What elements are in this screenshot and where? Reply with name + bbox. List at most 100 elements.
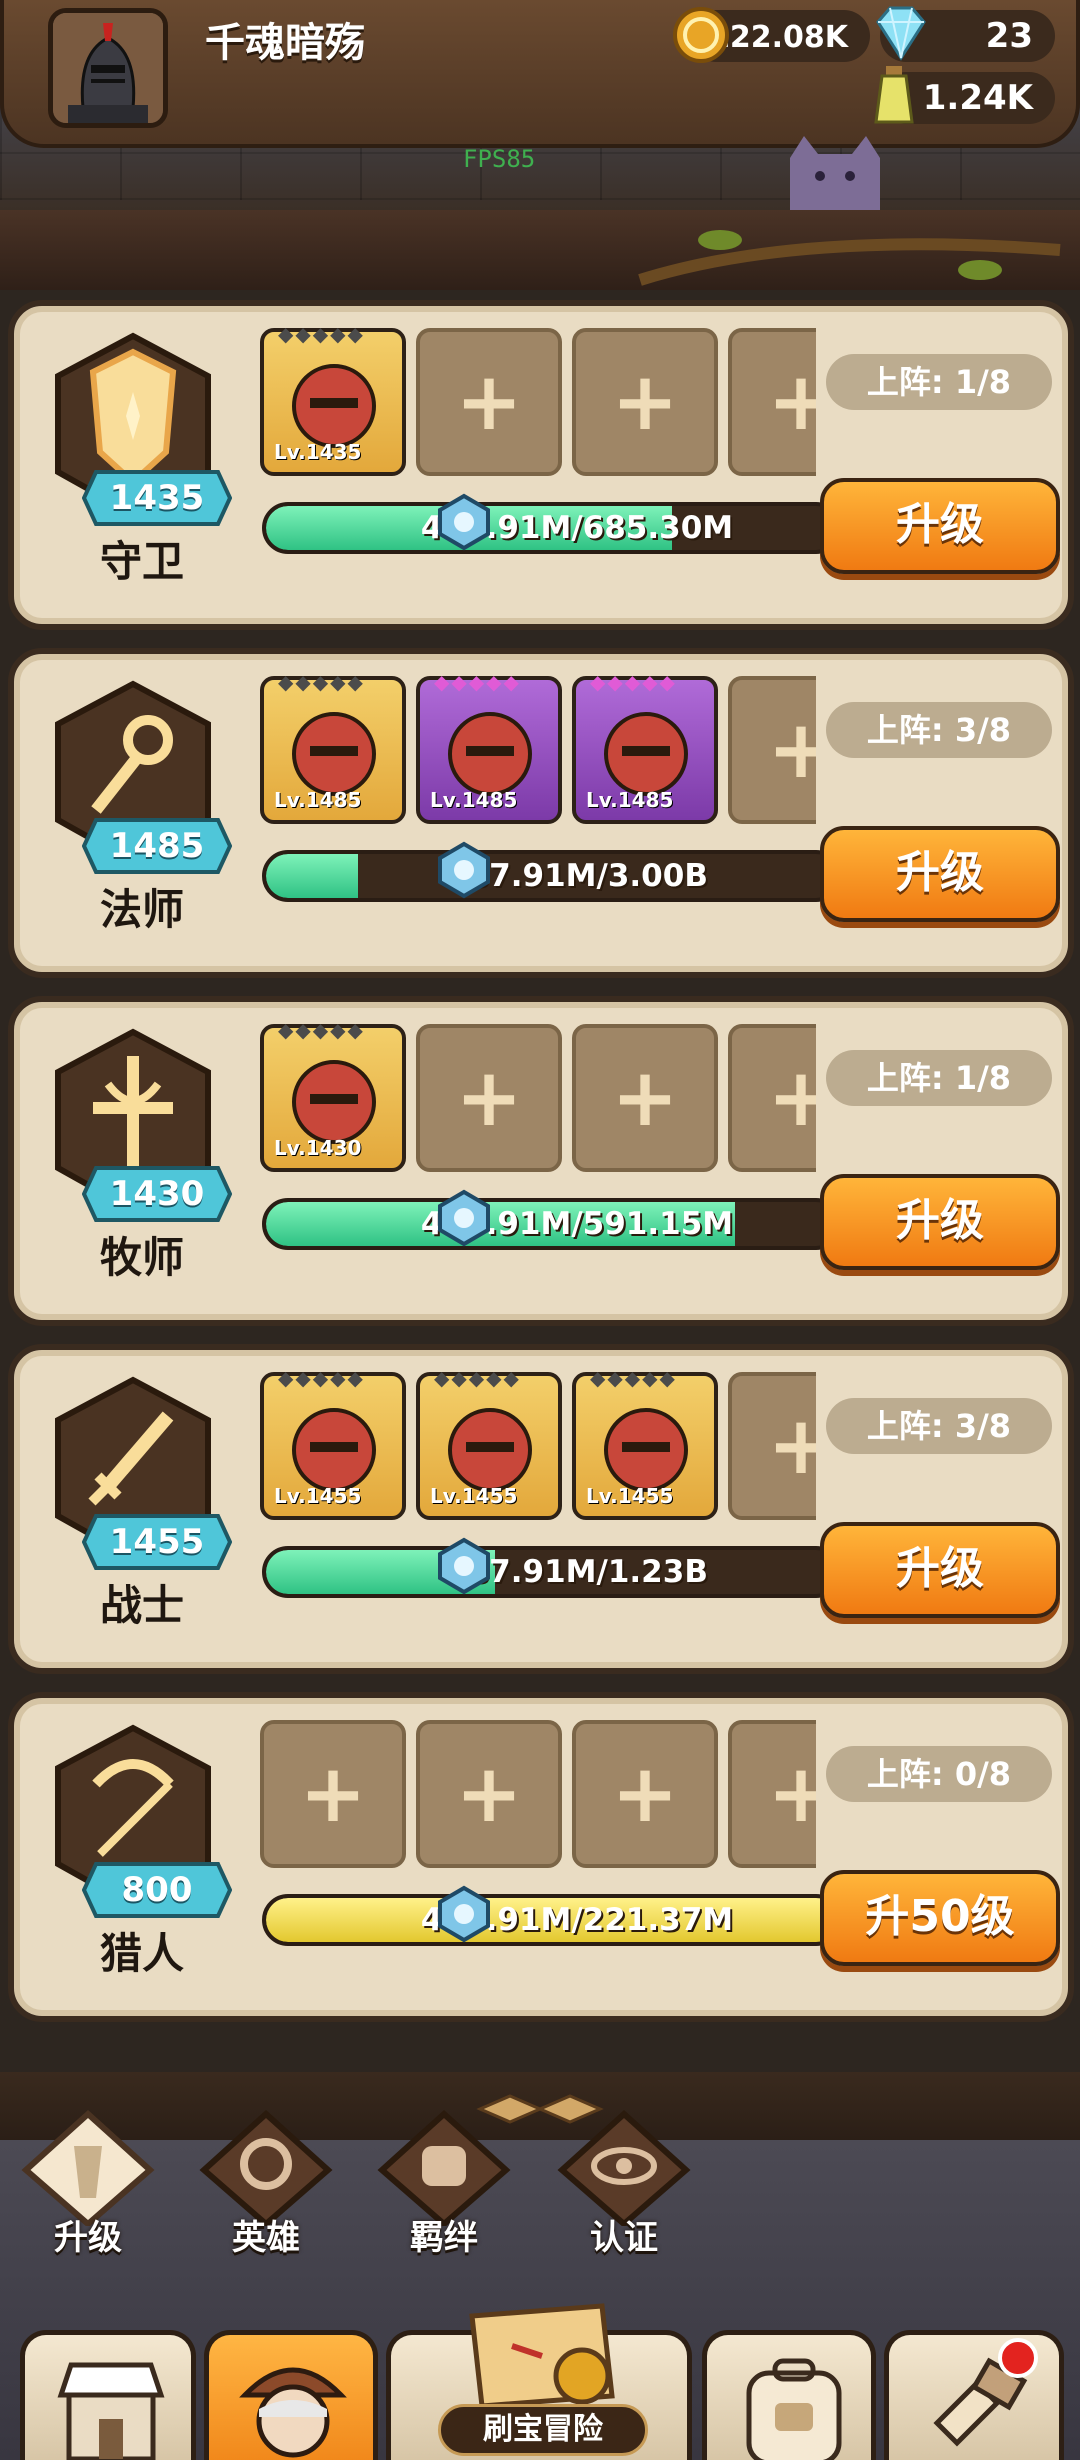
exp-progress-bar: 487.91M/1.23B bbox=[262, 1546, 842, 1598]
fist-bond-icon bbox=[377, 2109, 511, 2228]
tab-bond-label: 羁绊 bbox=[410, 2218, 478, 2258]
star-rating-icon: ◆◆◆◆◆ bbox=[434, 1372, 521, 1390]
notification-dot bbox=[998, 2338, 1038, 2378]
plus-icon: + bbox=[611, 1747, 679, 1840]
exp-crystal-icon bbox=[438, 1537, 490, 1595]
progress-text: 487.91M/3.00B bbox=[446, 858, 708, 894]
deploy-count: 上阵: 1/8 bbox=[826, 1050, 1052, 1106]
star-rating-icon: ◆◆◆◆◆ bbox=[590, 676, 677, 694]
treasure-map-icon bbox=[469, 2303, 615, 2409]
star-rating-icon: ◆◆◆◆◆ bbox=[590, 1372, 677, 1390]
class-level: 800 bbox=[121, 1870, 193, 1910]
class-card: 1435 守卫 ◆◆◆◆◆ Lv.1435 + + + 上阵: 1/8 487.91M/685.… bbox=[8, 300, 1074, 630]
tab-upgrade-label: 升级 bbox=[54, 2218, 122, 2258]
hero-avatar-icon bbox=[239, 2367, 347, 2458]
class-card: 1455 战士 ◆◆◆◆◆ Lv.1455 ◆◆◆◆◆ Lv.1455 ◆◆◆◆◆ Lv.14… bbox=[8, 1344, 1074, 1674]
empty-slot[interactable]: + bbox=[728, 1720, 816, 1868]
upgrade-button[interactable]: 升级 bbox=[820, 478, 1060, 574]
hero-slot[interactable]: ◆◆◆◆◆ Lv.1455 bbox=[572, 1372, 718, 1520]
progress-text: 487.91M/685.30M bbox=[420, 510, 734, 546]
player-avatar[interactable] bbox=[48, 8, 168, 128]
hero-slot-row: ◆◆◆◆◆ Lv.1435 + + + bbox=[260, 328, 816, 478]
tab-certify[interactable]: 认证 bbox=[544, 2106, 704, 2266]
nav-heroes[interactable] bbox=[204, 2330, 378, 2460]
empty-slot[interactable]: + bbox=[728, 676, 816, 824]
hero-level: Lv.1485 bbox=[586, 788, 674, 812]
class-card: 1430 牧师 ◆◆◆◆◆ Lv.1430 + + + 上阵: 1/8 487.91M/591.… bbox=[8, 996, 1074, 1326]
empty-slot[interactable]: + bbox=[728, 1024, 816, 1172]
tab-hero-label: 英雄 bbox=[232, 2218, 300, 2258]
star-rating-icon: ◆◆◆◆◆ bbox=[278, 1372, 365, 1390]
progress-text: 487.91M/1.23B bbox=[446, 1554, 708, 1590]
deploy-count: 上阵: 1/8 bbox=[826, 354, 1052, 410]
hero-level: Lv.1455 bbox=[274, 1484, 362, 1508]
tab-bond[interactable]: 羁绊 bbox=[364, 2106, 524, 2266]
class-level: 1435 bbox=[109, 478, 205, 518]
hero-slot[interactable]: ◆◆◆◆◆ Lv.1485 bbox=[260, 676, 406, 824]
empty-slot[interactable]: + bbox=[416, 1720, 562, 1868]
class-card: 1485 法师 ◆◆◆◆◆ Lv.1485 ◆◆◆◆◆ Lv.1485 ◆◆◆◆◆ Lv.14… bbox=[8, 648, 1074, 978]
tab-certify-label: 认证 bbox=[590, 2218, 658, 2258]
empty-slot[interactable]: + bbox=[572, 328, 718, 476]
gem-amount: 23 bbox=[985, 16, 1033, 56]
empty-slot[interactable]: + bbox=[572, 1720, 718, 1868]
tab-upgrade[interactable]: 升级 bbox=[8, 2106, 168, 2266]
potion-bottle-icon bbox=[874, 66, 914, 124]
plus-icon: + bbox=[767, 1051, 816, 1144]
star-rating-icon: ◆◆◆◆◆ bbox=[278, 676, 365, 694]
class-name: 牧师 bbox=[99, 1233, 184, 1282]
deploy-count: 上阵: 3/8 bbox=[826, 1398, 1052, 1454]
wooden-beam bbox=[0, 210, 1080, 290]
empty-slot[interactable]: + bbox=[260, 1720, 406, 1868]
backpack-icon bbox=[746, 2358, 842, 2460]
class-name: 猎人 bbox=[99, 1929, 184, 1978]
hero-slot[interactable]: ◆◆◆◆◆ Lv.1455 bbox=[260, 1372, 406, 1520]
exp-crystal-icon bbox=[438, 841, 490, 899]
ghost-cat-icon bbox=[790, 136, 880, 214]
hero-slot[interactable]: ◆◆◆◆◆ Lv.1430 bbox=[260, 1024, 406, 1172]
empty-slot[interactable]: + bbox=[572, 1024, 718, 1172]
upgrade-button[interactable]: 升级 bbox=[820, 826, 1060, 922]
progress-text: 487.91M/221.37M bbox=[420, 1902, 734, 1938]
hero-slot[interactable]: ◆◆◆◆◆ Lv.1435 bbox=[260, 328, 406, 476]
hero-icon bbox=[199, 2109, 333, 2228]
star-rating-icon: ◆◆◆◆◆ bbox=[278, 1024, 365, 1042]
hero-level: Lv.1430 bbox=[274, 1136, 362, 1160]
hero-slot[interactable]: ◆◆◆◆◆ Lv.1455 bbox=[416, 1372, 562, 1520]
deploy-count: 上阵: 3/8 bbox=[826, 702, 1052, 758]
plus-icon: + bbox=[455, 1747, 523, 1840]
class-name: 法师 bbox=[99, 885, 184, 934]
tab-hero[interactable]: 英雄 bbox=[186, 2106, 346, 2266]
upgrade-button[interactable]: 升50级 bbox=[820, 1870, 1060, 1966]
upgrade-button[interactable]: 升级 bbox=[820, 1522, 1060, 1618]
plus-icon: + bbox=[299, 1747, 367, 1840]
hero-level: Lv.1455 bbox=[430, 1484, 518, 1508]
upgrade-button[interactable]: 升级 bbox=[820, 1174, 1060, 1270]
plus-icon: + bbox=[767, 1399, 816, 1492]
eye-certify-icon bbox=[557, 2109, 691, 2228]
class-level: 1485 bbox=[109, 826, 205, 866]
hero-slot[interactable]: ◆◆◆◆◆ Lv.1485 bbox=[416, 676, 562, 824]
nav-forge[interactable] bbox=[884, 2330, 1064, 2460]
deploy-count: 上阵: 0/8 bbox=[826, 1746, 1052, 1802]
exp-progress-bar: 487.91M/221.37M bbox=[262, 1894, 842, 1946]
shop-icon bbox=[57, 2362, 165, 2460]
diamond-icon bbox=[876, 6, 926, 61]
nav-shop[interactable] bbox=[20, 2330, 196, 2460]
exp-progress-bar: 487.91M/591.15M bbox=[262, 1198, 842, 1250]
top-banner: 千魂暗殇 122.08K 23 1.24K FPS85 bbox=[0, 0, 1080, 215]
knight-helmet-icon bbox=[53, 13, 163, 123]
hero-slot[interactable]: ◆◆◆◆◆ Lv.1485 bbox=[572, 676, 718, 824]
hero-level: Lv.1485 bbox=[274, 788, 362, 812]
fps-counter: FPS85 bbox=[463, 145, 536, 173]
star-rating-icon: ◆◆◆◆◆ bbox=[278, 328, 365, 346]
nav-backpack[interactable] bbox=[702, 2330, 876, 2460]
empty-slot[interactable]: + bbox=[728, 328, 816, 476]
empty-slot[interactable]: + bbox=[416, 1024, 562, 1172]
plus-icon: + bbox=[611, 1051, 679, 1144]
plus-icon: + bbox=[611, 355, 679, 448]
empty-slot[interactable]: + bbox=[728, 1372, 816, 1520]
class-name: 战士 bbox=[99, 1581, 184, 1630]
empty-slot[interactable]: + bbox=[416, 328, 562, 476]
exp-progress-bar: 487.91M/3.00B bbox=[262, 850, 842, 902]
